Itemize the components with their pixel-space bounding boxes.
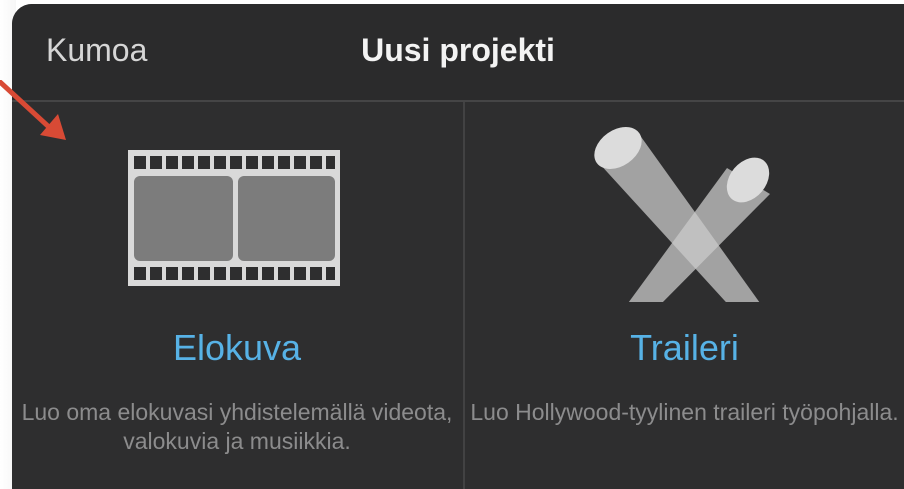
movie-option-description: Luo oma elokuvasi yhdistelemällä videota… (21, 399, 453, 454)
trailer-option-description: Luo Hollywood-tyylinen traileri työpohja… (470, 399, 899, 425)
trailer-option[interactable]: Traileri Luo Hollywood-tyylinen traileri… (465, 102, 904, 489)
movie-option-title: Elokuva (172, 327, 302, 368)
dialog-title: Uusi projekti (361, 32, 555, 68)
trailer-option-title: Traileri (630, 327, 739, 368)
movie-option[interactable]: Elokuva Luo oma elokuvasi yhdistelemällä… (12, 102, 462, 489)
spotlights-icon (465, 102, 904, 312)
annotation-arrow-icon (0, 80, 66, 140)
dialog-header: Kumoa Uusi projekti (12, 4, 904, 102)
new-project-dialog: Kumoa Uusi projekti Elokuva Luo oma elok… (12, 4, 904, 489)
